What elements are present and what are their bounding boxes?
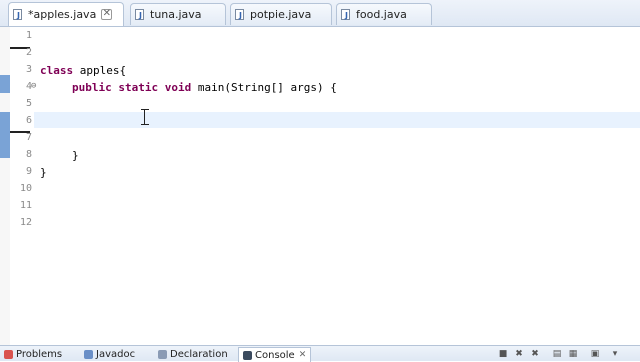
line-number: 6 [25, 115, 32, 126]
remove-launch-icon[interactable]: ✖ [514, 349, 524, 359]
tab-declaration[interactable]: Declaration [158, 348, 228, 361]
terminate-icon[interactable]: ■ [498, 349, 508, 359]
change-marker [0, 112, 10, 158]
pin-console-icon[interactable]: ▣ [590, 349, 600, 359]
code-editor[interactable]: 1 2 3 4 5 6 7 8 9 10 11 12 ⊖ class apple… [0, 27, 640, 345]
declaration-icon [158, 350, 167, 359]
console-icon [243, 350, 252, 360]
current-line-highlight [34, 112, 640, 128]
java-file-icon [13, 9, 24, 20]
change-marker [0, 75, 10, 93]
tab-problems[interactable]: Problems [4, 348, 62, 361]
java-file-icon [135, 9, 146, 20]
clear-console-icon[interactable]: ▤ [552, 349, 562, 359]
code-line: } [40, 166, 47, 179]
tab-label: potpie.java [250, 8, 312, 21]
tab-food-java[interactable]: food.java [336, 3, 432, 25]
keyword: public static void [72, 81, 192, 94]
code-text: main(String[] args) { [191, 81, 337, 94]
code-line: public static void main(String[] args) { [72, 81, 337, 94]
tab-potpie-java[interactable]: potpie.java [230, 3, 332, 25]
line-number: 9 [25, 166, 32, 177]
scroll-lock-icon[interactable]: ▦ [568, 349, 578, 359]
code-line: } [72, 149, 79, 162]
line-number: 1 [25, 30, 32, 41]
line-number: 5 [25, 98, 32, 109]
tab-label: tuna.java [150, 8, 202, 21]
view-tab-label: Problems [16, 349, 63, 360]
view-tab-label: Declaration [170, 349, 228, 360]
code-text: } [40, 166, 47, 179]
remove-all-icon[interactable]: ✖ [530, 349, 540, 359]
line-number: 3 [25, 64, 32, 75]
tab-label: *apples.java [28, 8, 97, 21]
close-tab-icon[interactable]: ✕ [101, 9, 113, 20]
editor-tab-bar: *apples.java ✕ tuna.java potpie.java foo… [0, 0, 640, 27]
tab-apples-java[interactable]: *apples.java ✕ [8, 2, 124, 26]
line-number: 2 [25, 47, 32, 58]
mouse-ibeam-cursor [141, 109, 149, 125]
line-number: 8 [25, 149, 32, 160]
java-file-icon [341, 9, 352, 20]
tab-javadoc[interactable]: Javadoc [84, 348, 135, 361]
line-number: 11 [19, 200, 32, 211]
line-number: 4 [25, 81, 32, 92]
code-text: } [72, 149, 79, 162]
tab-tuna-java[interactable]: tuna.java [130, 3, 226, 25]
javadoc-icon [84, 350, 93, 359]
open-console-icon[interactable]: ▾ [610, 349, 620, 359]
problems-icon [4, 350, 13, 359]
line-number: 7 [25, 132, 32, 143]
bottom-views-bar: Problems Javadoc Declaration Console ✕ ■… [0, 345, 640, 362]
close-view-icon[interactable]: ✕ [299, 350, 307, 360]
java-file-icon [235, 9, 246, 20]
tab-label: food.java [356, 8, 407, 21]
keyword: class [40, 64, 74, 77]
code-line: class apples{ [40, 64, 126, 77]
line-number: 12 [19, 217, 32, 228]
line-number: 10 [19, 183, 32, 194]
fold-collapse-icon[interactable]: ⊖ [31, 81, 36, 91]
code-text: apples{ [73, 64, 127, 77]
view-tab-label: Javadoc [96, 349, 136, 360]
view-tab-label: Console [255, 349, 295, 361]
